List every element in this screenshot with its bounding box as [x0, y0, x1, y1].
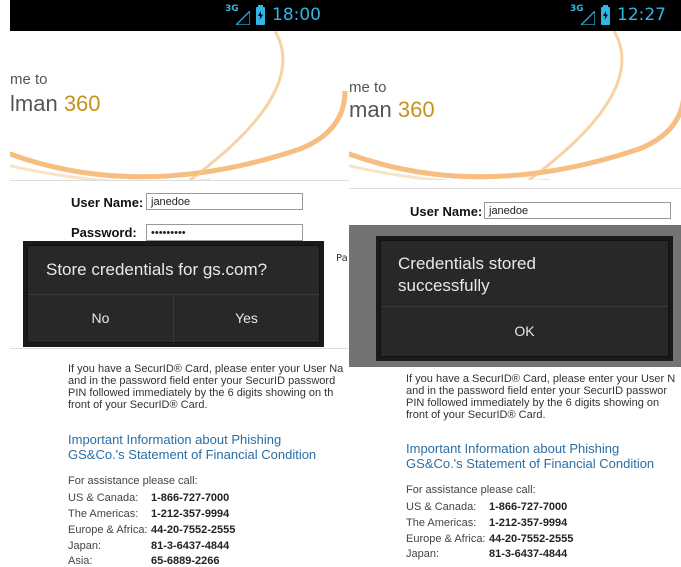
password-field[interactable]: ••••••••• [146, 224, 303, 241]
securid-info: If you have a SecurID® Card, please ente… [68, 363, 343, 411]
contact-row: Asia: 65-6889-2266 [68, 555, 220, 567]
welcome-header: me to man 360 [349, 31, 681, 180]
contact-phone: 1-866-727-7000 [151, 492, 230, 504]
contact-phone: 1-212-357-9994 [151, 508, 230, 520]
contact-row: The Americas: 1-212-357-9994 [68, 508, 229, 520]
securid-info: If you have a SecurID® Card, please ente… [406, 373, 675, 421]
info-line: front of your SecurID® Card. [406, 409, 546, 421]
battery-charging-icon [601, 5, 610, 25]
contact-phone: 1-866-727-7000 [489, 501, 568, 513]
contact-region: US & Canada: [406, 501, 477, 513]
contact-region: Europe & Africa: [406, 533, 486, 545]
contact-phone: 1-212-357-9994 [489, 517, 568, 529]
contact-row: The Americas: 1-212-357-9994 [406, 517, 567, 529]
contact-region: Japan: [406, 548, 440, 560]
username-field[interactable]: janedoe [146, 193, 303, 210]
assistance-title: For assistance please call: [406, 484, 536, 496]
right-phone-screen: 3G 12:27 me to man 360 User Name: janedo… [349, 0, 681, 567]
phishing-info-link[interactable]: Important Information about Phishing [406, 441, 619, 456]
brand-name: lman [10, 91, 58, 116]
status-time: 18:00 [272, 5, 321, 25]
header-divider [349, 188, 681, 189]
contact-row: Europe & Africa: 44-20-7552-2555 [406, 533, 573, 545]
financial-statement-link[interactable]: GS&Co.'s Statement of Financial Conditio… [406, 456, 654, 471]
contact-region: Europe & Africa: [68, 524, 148, 536]
brand-title: man 360 [349, 97, 435, 123]
status-bar: 3G 12:27 [349, 0, 681, 31]
contact-region: Asia: [68, 555, 93, 567]
signal-icon [236, 11, 250, 25]
username-field[interactable]: janedoe [484, 202, 671, 219]
battery-charging-icon [256, 5, 265, 25]
contact-region: The Americas: [68, 508, 139, 520]
clipped-label: Pa [336, 253, 348, 264]
brand-title: lman 360 [10, 91, 101, 117]
brand-number: 360 [63, 91, 101, 116]
financial-statement-link[interactable]: GS&Co.'s Statement of Financial Conditio… [68, 447, 316, 462]
store-credentials-dialog: Store credentials for gs.com? No Yes [27, 245, 320, 343]
contact-row: Japan: 81-3-6437-4844 [68, 540, 229, 552]
dialog-title: Store credentials for gs.com? [46, 260, 268, 279]
contact-phone: 44-20-7552-2555 [151, 524, 236, 536]
signal-icon [581, 11, 595, 25]
info-line: and in the password field enter your Sec… [68, 375, 336, 387]
ok-button[interactable]: OK [381, 307, 668, 356]
info-line: If you have a SecurID® Card, please ente… [406, 373, 676, 385]
credentials-stored-dialog: Credentials stored successfully OK [380, 240, 669, 357]
contact-region: Japan: [68, 540, 102, 552]
contact-phone: 65-6889-2266 [151, 555, 220, 567]
dialog-title-line: successfully [398, 276, 490, 295]
welcome-text: me to [349, 79, 387, 96]
welcome-header: me to lman 360 [10, 31, 349, 180]
contact-region: The Americas: [406, 517, 477, 529]
info-line: and in the password field enter your Sec… [406, 385, 668, 397]
phishing-info-link[interactable]: Important Information about Phishing [68, 432, 281, 447]
header-divider [10, 180, 349, 181]
contact-row: US & Canada: 1-866-727-7000 [68, 492, 229, 504]
contact-row: Europe & Africa: 44-20-7552-2555 [68, 524, 235, 536]
contact-region: US & Canada: [68, 492, 139, 504]
contact-phone: 44-20-7552-2555 [489, 533, 574, 545]
contact-phone: 81-3-6437-4844 [489, 548, 568, 560]
contact-phone: 81-3-6437-4844 [151, 540, 230, 552]
status-bar: 3G 18:00 [10, 0, 349, 31]
no-button[interactable]: No [28, 294, 173, 342]
brand-number: 360 [397, 97, 435, 122]
assistance-title: For assistance please call: [68, 475, 198, 487]
brand-name: man [349, 97, 392, 122]
info-line: If you have a SecurID® Card, please ente… [68, 363, 344, 375]
password-label: Password: [71, 225, 137, 240]
contact-row: US & Canada: 1-866-727-7000 [406, 501, 567, 513]
form-divider [10, 348, 349, 349]
username-label: User Name: [71, 195, 144, 210]
yes-button[interactable]: Yes [174, 294, 319, 342]
info-line: PIN followed immediately by the 6 digits… [68, 387, 334, 399]
contact-row: Japan: 81-3-6437-4844 [406, 548, 567, 560]
status-time: 12:27 [617, 5, 666, 25]
left-phone-screen: 3G 18:00 me to lman 360 User Name: janed… [10, 0, 349, 567]
info-line: front of your SecurID® Card. [68, 399, 208, 411]
dialog-title-line: Credentials stored [398, 254, 536, 273]
welcome-text: me to [10, 71, 48, 88]
username-label: User Name: [410, 204, 483, 219]
dialog-title: Credentials stored successfully [398, 253, 536, 297]
info-line: PIN followed immediately by the 6 digits… [406, 397, 660, 409]
